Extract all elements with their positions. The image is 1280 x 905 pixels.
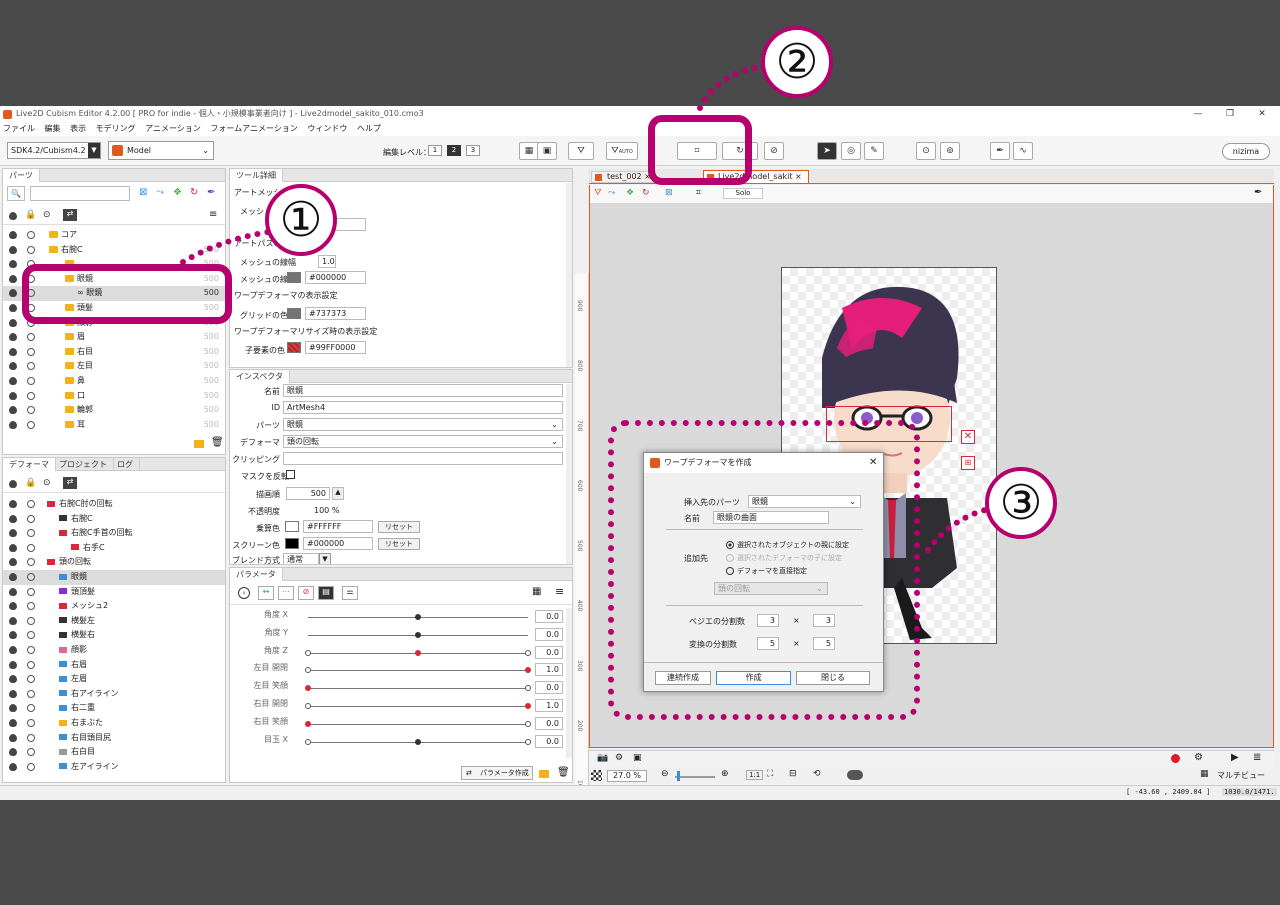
annotation-dotted-lines [180,63,988,553]
annotation-1: ① [265,184,337,256]
annotation-2: ② [761,26,833,98]
annotation-line-1 [180,229,271,265]
annotation-line-3 [925,507,988,553]
annotation-3: ③ [985,467,1057,539]
annotation-line-2 [697,63,771,111]
